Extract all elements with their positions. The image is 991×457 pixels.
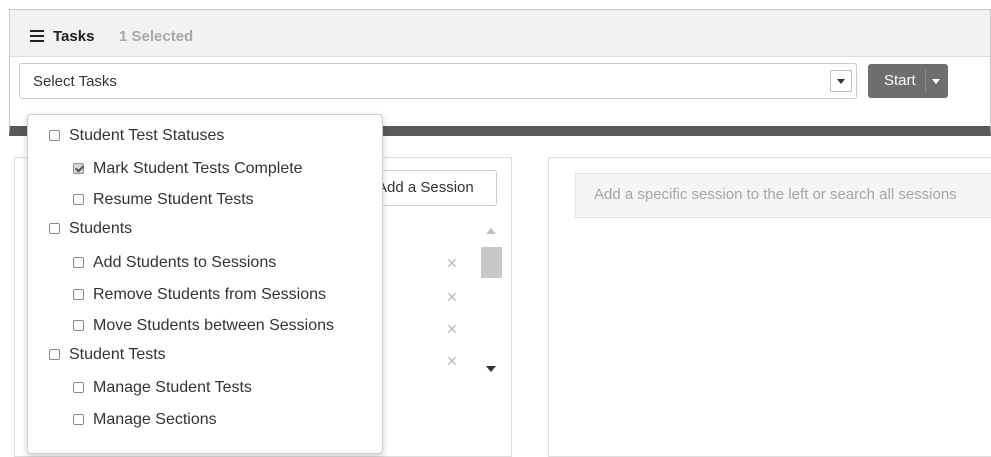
- option-label: Remove Students from Sessions: [93, 286, 326, 303]
- checkbox[interactable]: [49, 349, 60, 360]
- scroll-thumb[interactable]: [481, 247, 502, 278]
- selected-count: 1 Selected: [119, 28, 194, 45]
- select-tasks-placeholder: Select Tasks: [33, 73, 117, 90]
- close-icon[interactable]: ✕: [446, 353, 458, 370]
- start-button-label: Start: [884, 72, 916, 89]
- sessions-scrollbar[interactable]: [479, 222, 503, 382]
- start-button-divider: [925, 70, 926, 92]
- checkbox[interactable]: [49, 223, 60, 234]
- checkbox[interactable]: [73, 320, 84, 331]
- session-hint: Add a specific session to the left or se…: [575, 173, 991, 218]
- scroll-up-icon[interactable]: [486, 228, 496, 234]
- option-label: Manage Sections: [93, 411, 217, 428]
- checkbox[interactable]: [49, 130, 60, 141]
- session-hint-text: Add a specific session to the left or se…: [594, 186, 957, 203]
- checkbox[interactable]: [73, 414, 84, 425]
- select-tasks-toggle[interactable]: [830, 70, 852, 92]
- tasks-header: Tasks 1 Selected: [10, 10, 990, 57]
- checkbox[interactable]: [73, 289, 84, 300]
- checkbox-checked[interactable]: [73, 163, 84, 174]
- option-label: Student Tests: [69, 346, 166, 363]
- select-tasks-dropdown[interactable]: Select Tasks: [19, 63, 857, 99]
- checkbox[interactable]: [73, 257, 84, 268]
- checkbox[interactable]: [73, 382, 84, 393]
- scroll-down-icon[interactable]: [486, 366, 496, 372]
- list-icon: [30, 30, 44, 42]
- option-label: Resume Student Tests: [93, 191, 254, 208]
- option-label: Manage Student Tests: [93, 379, 252, 396]
- tasks-dropdown-menu: Student Test Statuses Mark Student Tests…: [27, 114, 383, 454]
- close-icon[interactable]: ✕: [446, 289, 458, 306]
- option-label: Mark Student Tests Complete: [93, 160, 303, 177]
- option-label: Move Students between Sessions: [93, 317, 335, 334]
- start-button[interactable]: Start: [868, 64, 948, 98]
- close-icon[interactable]: ✕: [446, 321, 458, 338]
- option-label: Add Students to Sessions: [93, 254, 277, 271]
- chevron-down-icon[interactable]: [932, 79, 940, 84]
- chevron-down-icon: [837, 79, 845, 84]
- option-label: Student Test Statuses: [69, 127, 225, 144]
- tasks-title: Tasks: [53, 28, 95, 45]
- checkbox[interactable]: [73, 194, 84, 205]
- close-icon[interactable]: ✕: [446, 255, 458, 272]
- option-label: Students: [69, 220, 133, 237]
- add-session-label: Add a Session: [377, 179, 474, 196]
